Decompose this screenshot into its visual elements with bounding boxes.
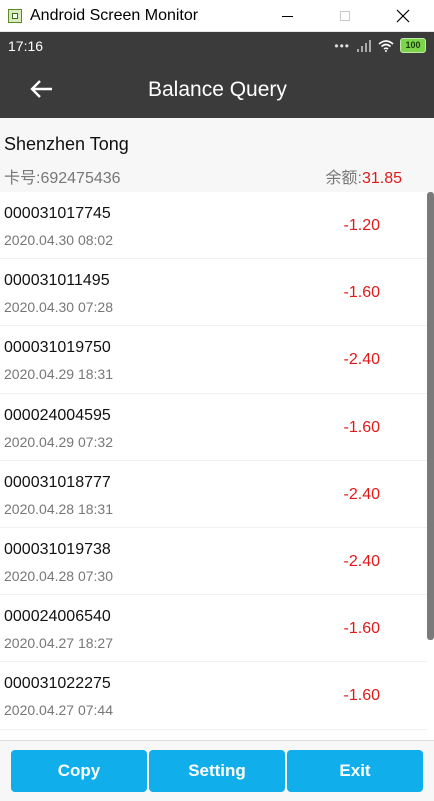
app-bar: Balance Query [0,60,434,118]
more-dots-icon: ••• [334,38,350,53]
transaction-time: 2020.04.28 07:30 [4,567,113,584]
exit-button[interactable]: Exit [287,750,423,792]
transaction-time: 2020.04.28 18:31 [4,500,113,517]
transaction-amount: -1.60 [343,418,380,436]
status-icons: ••• 100 [334,38,426,53]
card-number: 卡号:692475436 [4,170,121,187]
transaction-amount: -1.60 [343,620,380,638]
transaction-amount: -2.40 [343,552,380,570]
app-icon [8,9,22,23]
window-titlebar: Android Screen Monitor [0,0,434,32]
status-time: 17:16 [8,38,44,54]
balance: 余额:31.85 [326,164,403,188]
list-item[interactable]: 000031018777 2020.04.28 18:31 -2.40 [0,461,427,528]
transaction-id: 000031022275 [4,675,111,693]
wifi-icon [378,39,394,52]
card-summary: Shenzhen Tong 卡号:692475436 余额:31.85 [0,118,434,192]
transaction-amount: -1.60 [343,284,380,302]
transaction-amount: -1.20 [343,217,380,234]
list-item[interactable]: 000024006540 2020.04.27 18:27 -1.60 [0,595,427,663]
signal-icon [357,39,371,52]
transaction-time: 2020.04.27 07:44 [4,702,113,719]
transaction-amount: -2.40 [343,351,380,369]
list-item[interactable]: 000031022275 2020.04.27 07:44 -1.60 [0,662,427,730]
scrollbar[interactable] [427,192,434,640]
window-title: Android Screen Monitor [30,7,199,24]
transaction-id: 000031017745 [4,205,111,222]
transaction-time: 2020.04.29 18:31 [4,366,113,383]
back-button[interactable] [22,72,62,106]
balance-label: 余额: [325,170,362,187]
bottom-toolbar: Copy Setting Exit [0,740,434,801]
transaction-list[interactable]: 000031017745 2020.04.30 08:02 -1.20 0000… [0,192,427,740]
transaction-id: 000031011495 [4,272,110,290]
setting-button[interactable]: Setting [149,750,285,792]
transaction-time: 2020.04.29 07:32 [4,433,113,450]
list-item[interactable]: 000031017745 2020.04.30 08:02 -1.20 [0,192,427,260]
transaction-id: 000031019738 [4,540,111,558]
transaction-amount: -2.40 [343,485,380,503]
minimize-icon [281,15,293,17]
close-icon [396,9,410,23]
maximize-icon [340,11,350,21]
copy-button[interactable]: Copy [11,750,147,792]
transaction-id: 000031018777 [4,473,111,491]
transaction-amount: -1.60 [343,687,380,705]
balance-value: 31.85 [361,170,402,187]
list-item[interactable]: 000031019738 2020.04.28 07:30 -2.40 [0,528,427,596]
status-bar: 17:16 ••• 100 [0,32,434,60]
page-title: Balance Query [148,78,287,101]
transaction-id: 000024004595 [4,406,111,424]
transaction-time: 2020.04.27 18:27 [4,635,113,652]
transaction-id: 000031019750 [4,339,111,357]
minimize-button[interactable] [258,0,316,32]
card-name: Shenzhen Tong [4,134,129,154]
back-arrow-icon [30,80,52,98]
transaction-id: 000024006540 [4,608,111,626]
list-item[interactable]: 000031019750 2020.04.29 18:31 -2.40 [0,326,427,394]
maximize-button[interactable] [316,0,374,32]
transaction-time: 2020.04.30 07:28 [4,299,113,316]
battery-icon: 100 [400,38,426,53]
list-item[interactable]: 000031011495 2020.04.30 07:28 -1.60 [0,259,427,327]
list-item[interactable]: 000024004595 2020.04.29 07:32 -1.60 [0,394,427,461]
close-button[interactable] [374,0,432,32]
transaction-time: 2020.04.30 08:02 [4,232,113,248]
